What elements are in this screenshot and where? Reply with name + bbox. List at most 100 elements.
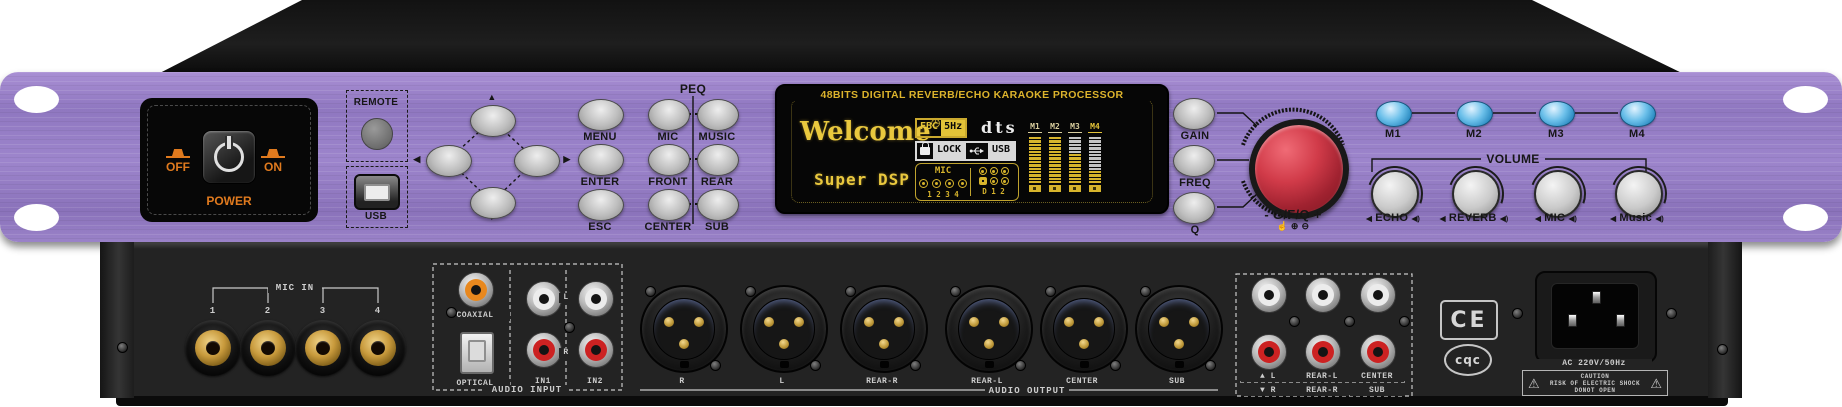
screw-icon	[1512, 308, 1523, 319]
mic-box-label: MIC	[935, 166, 951, 176]
lightning-warning-icon: ⚠	[1528, 377, 1540, 390]
screw-icon	[845, 286, 856, 297]
d-numbers: D 1 2	[982, 187, 1005, 196]
music-volume-label: ◀ Music ◀)	[1592, 212, 1682, 224]
mic-volume-label: ◀ MIC ◀)	[1511, 212, 1601, 224]
screw-icon	[564, 322, 575, 333]
display-title: 48BITS DIGITAL REVERB/ECHO KARAOKE PROCE…	[787, 89, 1157, 101]
xlr-sub-label: SUB	[1137, 377, 1217, 387]
screw-icon	[1015, 360, 1026, 371]
chassis-top	[0, 0, 1842, 80]
gfq-rotary-knob[interactable]	[1249, 119, 1349, 219]
screw-icon	[710, 360, 721, 371]
m2-led-label: M2	[1454, 128, 1494, 140]
rca-rear-l-label: REAR-L	[1295, 372, 1349, 382]
screw-icon	[1289, 316, 1300, 327]
power-button[interactable]	[202, 130, 256, 184]
mic-in-1-label: 1	[206, 306, 220, 316]
screw-icon	[1399, 316, 1410, 327]
peq-center-button[interactable]	[648, 189, 690, 221]
mic-in-3-label: 3	[316, 306, 330, 316]
rack-hole-bottom-right	[1783, 204, 1828, 231]
peq-music-label: MUSIC	[677, 131, 757, 143]
in2-left-rca-jack	[578, 281, 614, 317]
power-icon	[214, 142, 244, 172]
ce-mark: CE	[1440, 300, 1498, 340]
mic-in-2-jack	[240, 320, 296, 376]
ac-pin-icon	[1592, 291, 1601, 304]
rca-out-l-jack	[1251, 277, 1287, 313]
power-section: OFF ON POWER	[140, 98, 318, 222]
peq-music-button[interactable]	[697, 99, 739, 131]
screw-icon	[810, 360, 821, 371]
peq-mic-button[interactable]	[648, 99, 690, 131]
gfq-knob-icons: ☝ ⊕ ⊖	[1243, 221, 1343, 232]
q-button[interactable]	[1173, 192, 1215, 224]
speaker-low-icon: ◀	[1610, 214, 1616, 223]
peq-sub-label: SUB	[677, 221, 757, 233]
reverb-volume-knob[interactable]	[1452, 170, 1500, 218]
menu-button[interactable]	[578, 99, 624, 131]
ac-pin-icon	[1568, 314, 1577, 327]
mic-in-3-jack	[295, 320, 351, 376]
screw-icon	[446, 307, 457, 318]
freq-label: FREQ	[1155, 177, 1235, 189]
mic1-indicator-icon	[919, 179, 928, 188]
vu-meter-m1: M1	[1028, 122, 1042, 192]
usb-port-icon	[364, 184, 390, 201]
lcd-display: 48BITS DIGITAL REVERB/ECHO KARAOKE PROCE…	[775, 84, 1169, 214]
fbc-label: FBC	[917, 120, 941, 136]
enter-button[interactable]	[578, 144, 624, 176]
m1-led	[1376, 101, 1412, 127]
in2-label: IN2	[575, 377, 615, 387]
rca-out-rear-l-jack	[1305, 277, 1341, 313]
speaker-high-icon: ◀)	[1569, 214, 1577, 223]
mic-volume-knob[interactable]	[1534, 170, 1582, 218]
gfq-knob-label: - G/F/Q +	[1243, 207, 1343, 222]
xlr-r-label: R	[642, 377, 722, 387]
screw-icon	[1140, 286, 1151, 297]
rack-hole-bottom-left	[14, 204, 59, 231]
mic-in-4-jack	[350, 320, 406, 376]
rack-hole-top-left	[14, 86, 59, 113]
in1-left-rca-jack	[526, 281, 562, 317]
screw-icon	[645, 286, 656, 297]
ir-remote-sensor	[361, 118, 393, 150]
cqc-mark: cqc	[1444, 344, 1492, 376]
audio-output-label: AUDIO OUTPUT	[985, 386, 1069, 396]
nav-down-button[interactable]	[470, 187, 516, 219]
rca-sub-label: SUB	[1350, 386, 1404, 396]
vu-meter-m2: M2	[1048, 122, 1062, 192]
vu-meter-m4: M4	[1088, 122, 1102, 192]
mic-in-label: MIC IN	[268, 283, 322, 293]
remote-label: REMOTE	[341, 97, 411, 108]
usb-port[interactable]	[354, 174, 400, 210]
m3-led-label: M3	[1536, 128, 1576, 140]
caution-plate: ⚠ CAUTION RISK OF ELECTRIC SHOCK DONOT O…	[1522, 370, 1668, 396]
usb-badge: USB	[964, 141, 1016, 161]
arrow-left-icon: ◀	[410, 154, 424, 165]
peq-rear-button[interactable]	[697, 144, 739, 176]
echo-volume-knob[interactable]	[1371, 170, 1419, 218]
mic-status-box: MIC 1 2 3 4 D 1 2	[915, 163, 1019, 201]
esc-button[interactable]	[578, 189, 624, 221]
rca-out-sub-jack	[1360, 334, 1396, 370]
screw-icon	[950, 286, 961, 297]
music-volume-knob[interactable]	[1615, 170, 1663, 218]
peq-front-button[interactable]	[648, 144, 690, 176]
nav-left-button[interactable]	[426, 145, 472, 177]
d-indicator-icon	[979, 167, 987, 175]
d2-indicator-icon	[1001, 167, 1009, 175]
nav-up-button[interactable]	[470, 105, 516, 137]
nav-right-button[interactable]	[514, 145, 560, 177]
peq-sub-button[interactable]	[697, 189, 739, 221]
peq-title: PEQ	[673, 82, 713, 96]
freq-button[interactable]	[1173, 145, 1215, 177]
lock-icon	[917, 143, 933, 159]
volume-title: VOLUME	[1483, 152, 1543, 166]
gain-button[interactable]	[1173, 98, 1215, 130]
peq-rear-label: REAR	[677, 176, 757, 188]
speaker-low-icon: ◀	[1535, 214, 1541, 223]
ac-power-inlet	[1535, 271, 1657, 363]
power-off-label: OFF	[160, 160, 196, 174]
